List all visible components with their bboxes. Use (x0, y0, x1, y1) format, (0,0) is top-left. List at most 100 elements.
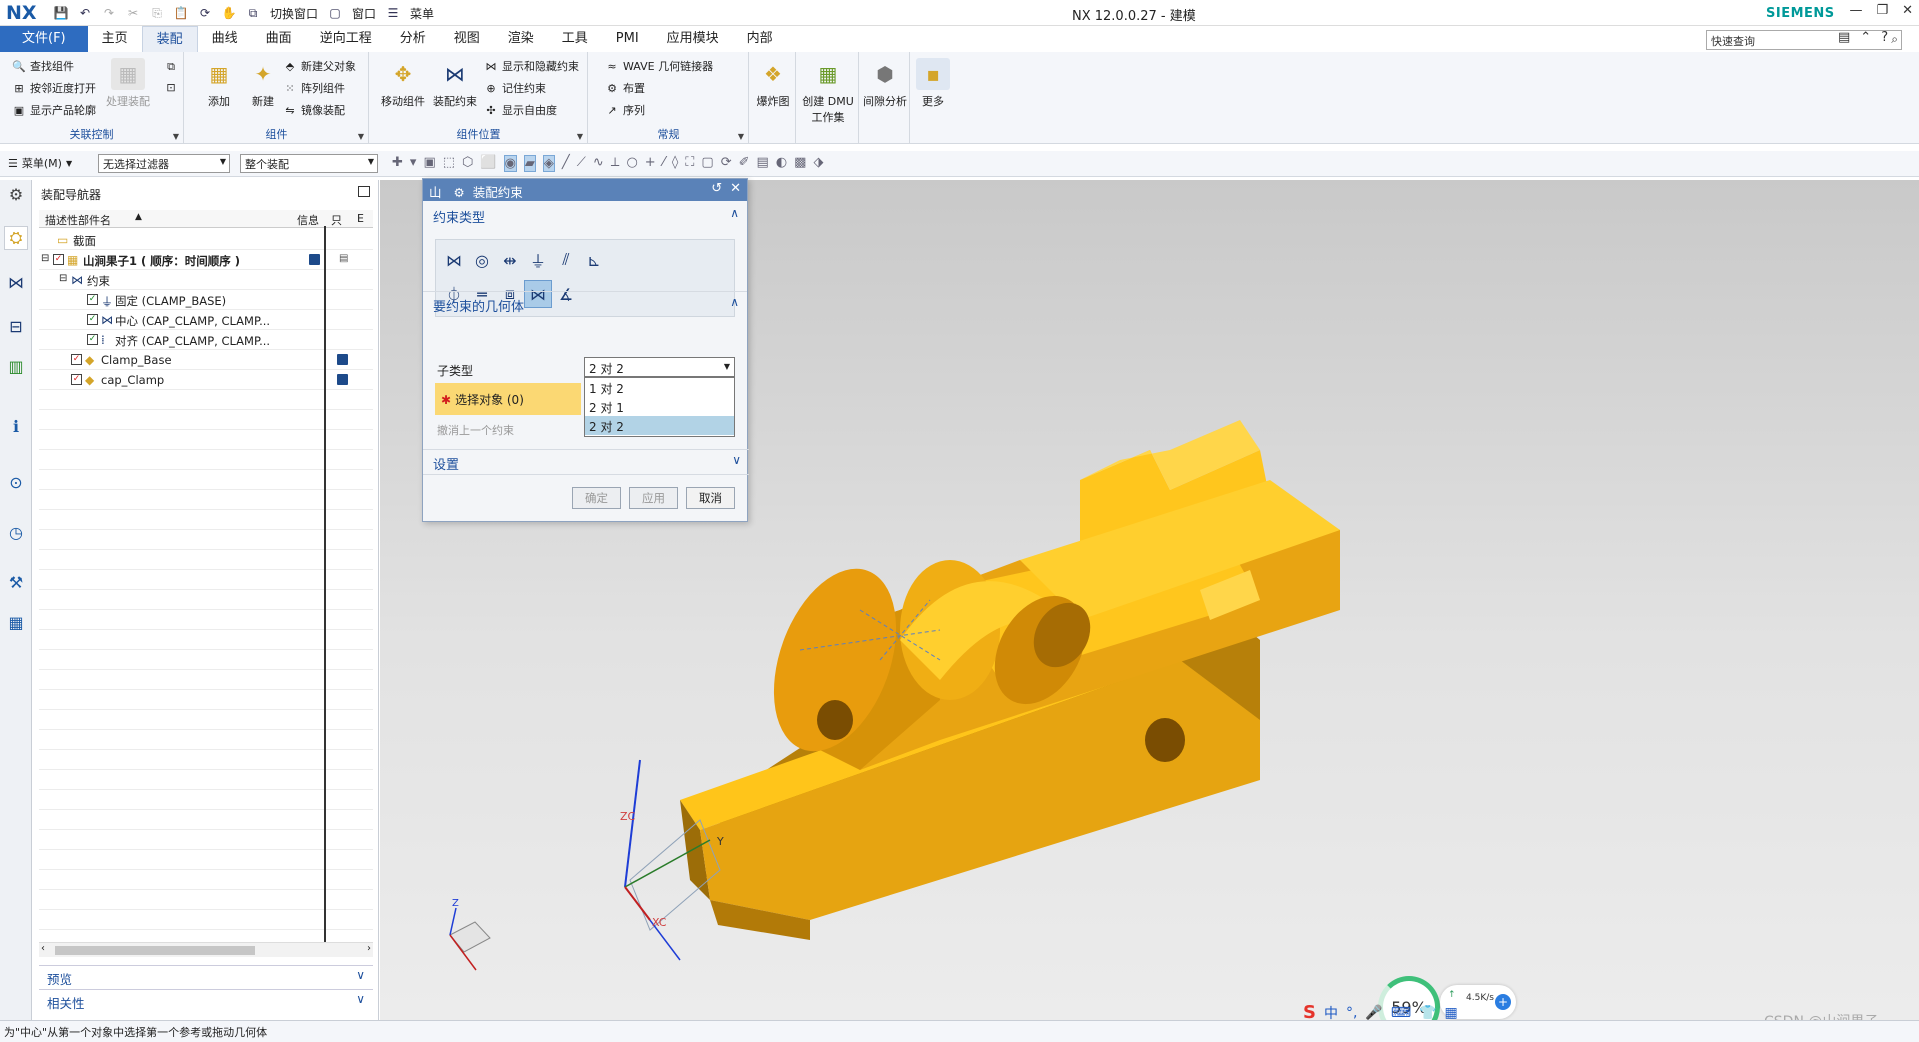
col-e-header[interactable]: E (357, 212, 364, 225)
assoc-extra-icon[interactable]: ⧉ (164, 60, 178, 74)
subtype-option[interactable]: 2 对 1 (585, 397, 734, 416)
tab-2[interactable]: 装配 (141, 26, 198, 52)
col-readonly-header[interactable]: 只 (331, 212, 342, 228)
close-icon[interactable]: ✕ (730, 181, 741, 196)
enable-checkbox[interactable]: ✓ (87, 294, 98, 305)
more-button[interactable]: ▪ 更多 (911, 58, 955, 109)
history-icon[interactable]: ◷ (4, 520, 28, 544)
search-icon[interactable]: ⌕ (1891, 32, 1898, 47)
edit-section-icon[interactable]: ✐ (739, 155, 750, 172)
shaded-icon[interactable]: ◉ (503, 155, 517, 172)
mirror-assembly-button[interactable]: ⇋ 镜像装配 (283, 102, 345, 118)
chevron-up-icon[interactable]: ∧ (730, 295, 739, 309)
selection-scope-select[interactable]: 整个装配 ▼ (240, 154, 378, 173)
tree-row-constraint-fix[interactable]: ✓ ⏚ 固定 (CLAMP_BASE) (39, 290, 373, 310)
constraint-navigator-icon[interactable]: ⋈ (4, 270, 28, 294)
tree-row-constraint-center[interactable]: ✓ ⋈ 中心 (CAP_CLAMP, CLAMP... (39, 310, 373, 330)
add-component-button[interactable]: ▦ 添加 (195, 58, 243, 109)
menu-label[interactable]: 菜单 (408, 5, 436, 22)
help-icon[interactable]: ? (1881, 30, 1888, 45)
tab-1[interactable]: 主页 (88, 26, 142, 52)
ribbon-options-icon[interactable]: ▤ (1838, 30, 1850, 45)
scroll-thumb[interactable] (55, 946, 255, 955)
minimize-icon[interactable]: — (1849, 3, 1862, 18)
collapse-icon[interactable]: ⊟ (41, 253, 49, 264)
tab-file[interactable]: 文件(F) (0, 26, 88, 52)
distance-icon[interactable]: ⇹ (496, 246, 524, 274)
assoc-extra2-icon[interactable]: ⊡ (164, 80, 178, 94)
orient-icon[interactable]: ⬗ (813, 155, 823, 172)
new-component-button[interactable]: ✦ 新建 (239, 58, 287, 109)
rotate-icon[interactable]: ⟳ (721, 155, 732, 172)
keyboard-icon[interactable]: ⌨ (1391, 1005, 1411, 1021)
apply-button[interactable]: 应用 (629, 487, 678, 509)
tab-9[interactable]: 工具 (548, 26, 602, 52)
solid-icon[interactable]: ▰ (523, 155, 536, 172)
clearance-analysis-button[interactable]: ⬢ 间隙分析 (860, 58, 910, 109)
process-studio-icon[interactable]: ⚒ (4, 570, 28, 594)
chevron-up-icon[interactable]: ∧ (730, 206, 739, 220)
window-menu[interactable]: 窗口 (350, 5, 378, 22)
snap-point-icon[interactable]: ✚ (392, 155, 403, 172)
endpoint-icon[interactable]: ⟋ (577, 155, 586, 172)
fit-icon[interactable]: ⛶ (685, 155, 694, 172)
dialog-title-bar[interactable]: 山 ⚙ 装配约束 ↺ ✕ (423, 179, 747, 201)
assembly-constraint-button[interactable]: ⋈ 装配约束 (428, 58, 482, 109)
line-icon[interactable]: ╱ (562, 155, 570, 172)
plus-icon[interactable]: + (1495, 994, 1511, 1010)
show-product-outline-button[interactable]: ▣ 显示产品轮廓 (12, 102, 96, 118)
select-body-icon[interactable]: ⬚ (443, 155, 455, 172)
enable-checkbox[interactable]: ✓ (87, 314, 98, 325)
group-dropdown-icon[interactable]: ▼ (358, 132, 364, 141)
repeat-command-icon[interactable]: ⟳ (196, 4, 214, 22)
punctuation-icon[interactable]: °, (1346, 1005, 1357, 1021)
tab-11[interactable]: 应用模块 (653, 26, 733, 52)
tree-row-cap-clamp[interactable]: ✓ ◆ cap_Clamp (39, 370, 373, 390)
toolbox-icon[interactable]: ▦ (1445, 1005, 1458, 1021)
tree-row-clamp-base[interactable]: ✓ ◆ Clamp_Base (39, 350, 373, 370)
subtype-option[interactable]: 1 对 2 (585, 378, 734, 397)
visibility-checkbox[interactable]: ✓ (53, 254, 64, 265)
circle-icon[interactable]: ○ (626, 155, 637, 172)
settings-section[interactable]: 设置 ∨ (423, 449, 749, 475)
find-component-button[interactable]: 🔍 查找组件 (12, 58, 74, 74)
chevron-down-icon[interactable]: ∨ (732, 453, 741, 467)
type-filter-select[interactable]: 无选择过滤器 ▼ (98, 154, 230, 173)
part-navigator-icon[interactable]: ⊟ (4, 314, 28, 338)
switch-window-label[interactable]: 切换窗口 (268, 5, 320, 22)
tab-8[interactable]: 渲染 (494, 26, 548, 52)
collapse-icon[interactable]: ⊟ (59, 273, 67, 284)
perpendicular-icon[interactable]: ⊾ (580, 246, 608, 274)
maximize-icon[interactable] (358, 186, 370, 197)
restore-icon[interactable]: ❐ (1876, 3, 1888, 18)
close-icon[interactable]: ✕ (1902, 3, 1913, 18)
enable-checkbox[interactable]: ✓ (87, 334, 98, 345)
window-icon[interactable]: ▢ (326, 4, 344, 22)
tab-12[interactable]: 内部 (733, 26, 787, 52)
assembly-navigator-tab-icon[interactable]: ⛭ (4, 226, 28, 250)
scroll-left-icon[interactable]: ‹ (41, 943, 45, 954)
reuse-library-icon[interactable]: ▥ (4, 354, 28, 378)
tab-10[interactable]: PMI (602, 26, 653, 52)
reset-icon[interactable]: ↺ (711, 181, 722, 196)
sort-asc-icon[interactable]: ▲ (135, 212, 142, 222)
select-feature-icon[interactable]: ⬡ (462, 155, 473, 172)
tab-5[interactable]: 逆向工程 (306, 26, 386, 52)
subtype-select[interactable]: 2 对 2 ▼ (584, 357, 735, 377)
cut-icon[interactable]: ✂ (124, 4, 142, 22)
wireframe-icon[interactable]: ◈ (542, 155, 555, 172)
move-component-button[interactable]: ✥ 移动组件 (376, 58, 430, 109)
exploded-view-button[interactable]: ❖ 爆炸图 (750, 58, 796, 109)
tab-6[interactable]: 分析 (386, 26, 440, 52)
curve-icon[interactable]: ∿ (593, 155, 604, 172)
parallel-icon[interactable]: ⫽ (552, 246, 580, 274)
tab-3[interactable]: 曲线 (198, 26, 252, 52)
tab-7[interactable]: 视图 (440, 26, 494, 52)
select-object-field[interactable]: ✱ 选择对象 (0) (435, 383, 581, 415)
layer-icon[interactable]: ▤ (757, 155, 769, 172)
wave-linker-button[interactable]: ≈ WAVE 几何链接器 (605, 58, 713, 74)
center-icon[interactable]: + (645, 155, 656, 172)
subtype-option-selected[interactable]: 2 对 2 (585, 416, 734, 435)
group-dropdown-icon[interactable]: ▼ (738, 132, 744, 141)
paste-icon[interactable]: 📋 (172, 4, 190, 22)
